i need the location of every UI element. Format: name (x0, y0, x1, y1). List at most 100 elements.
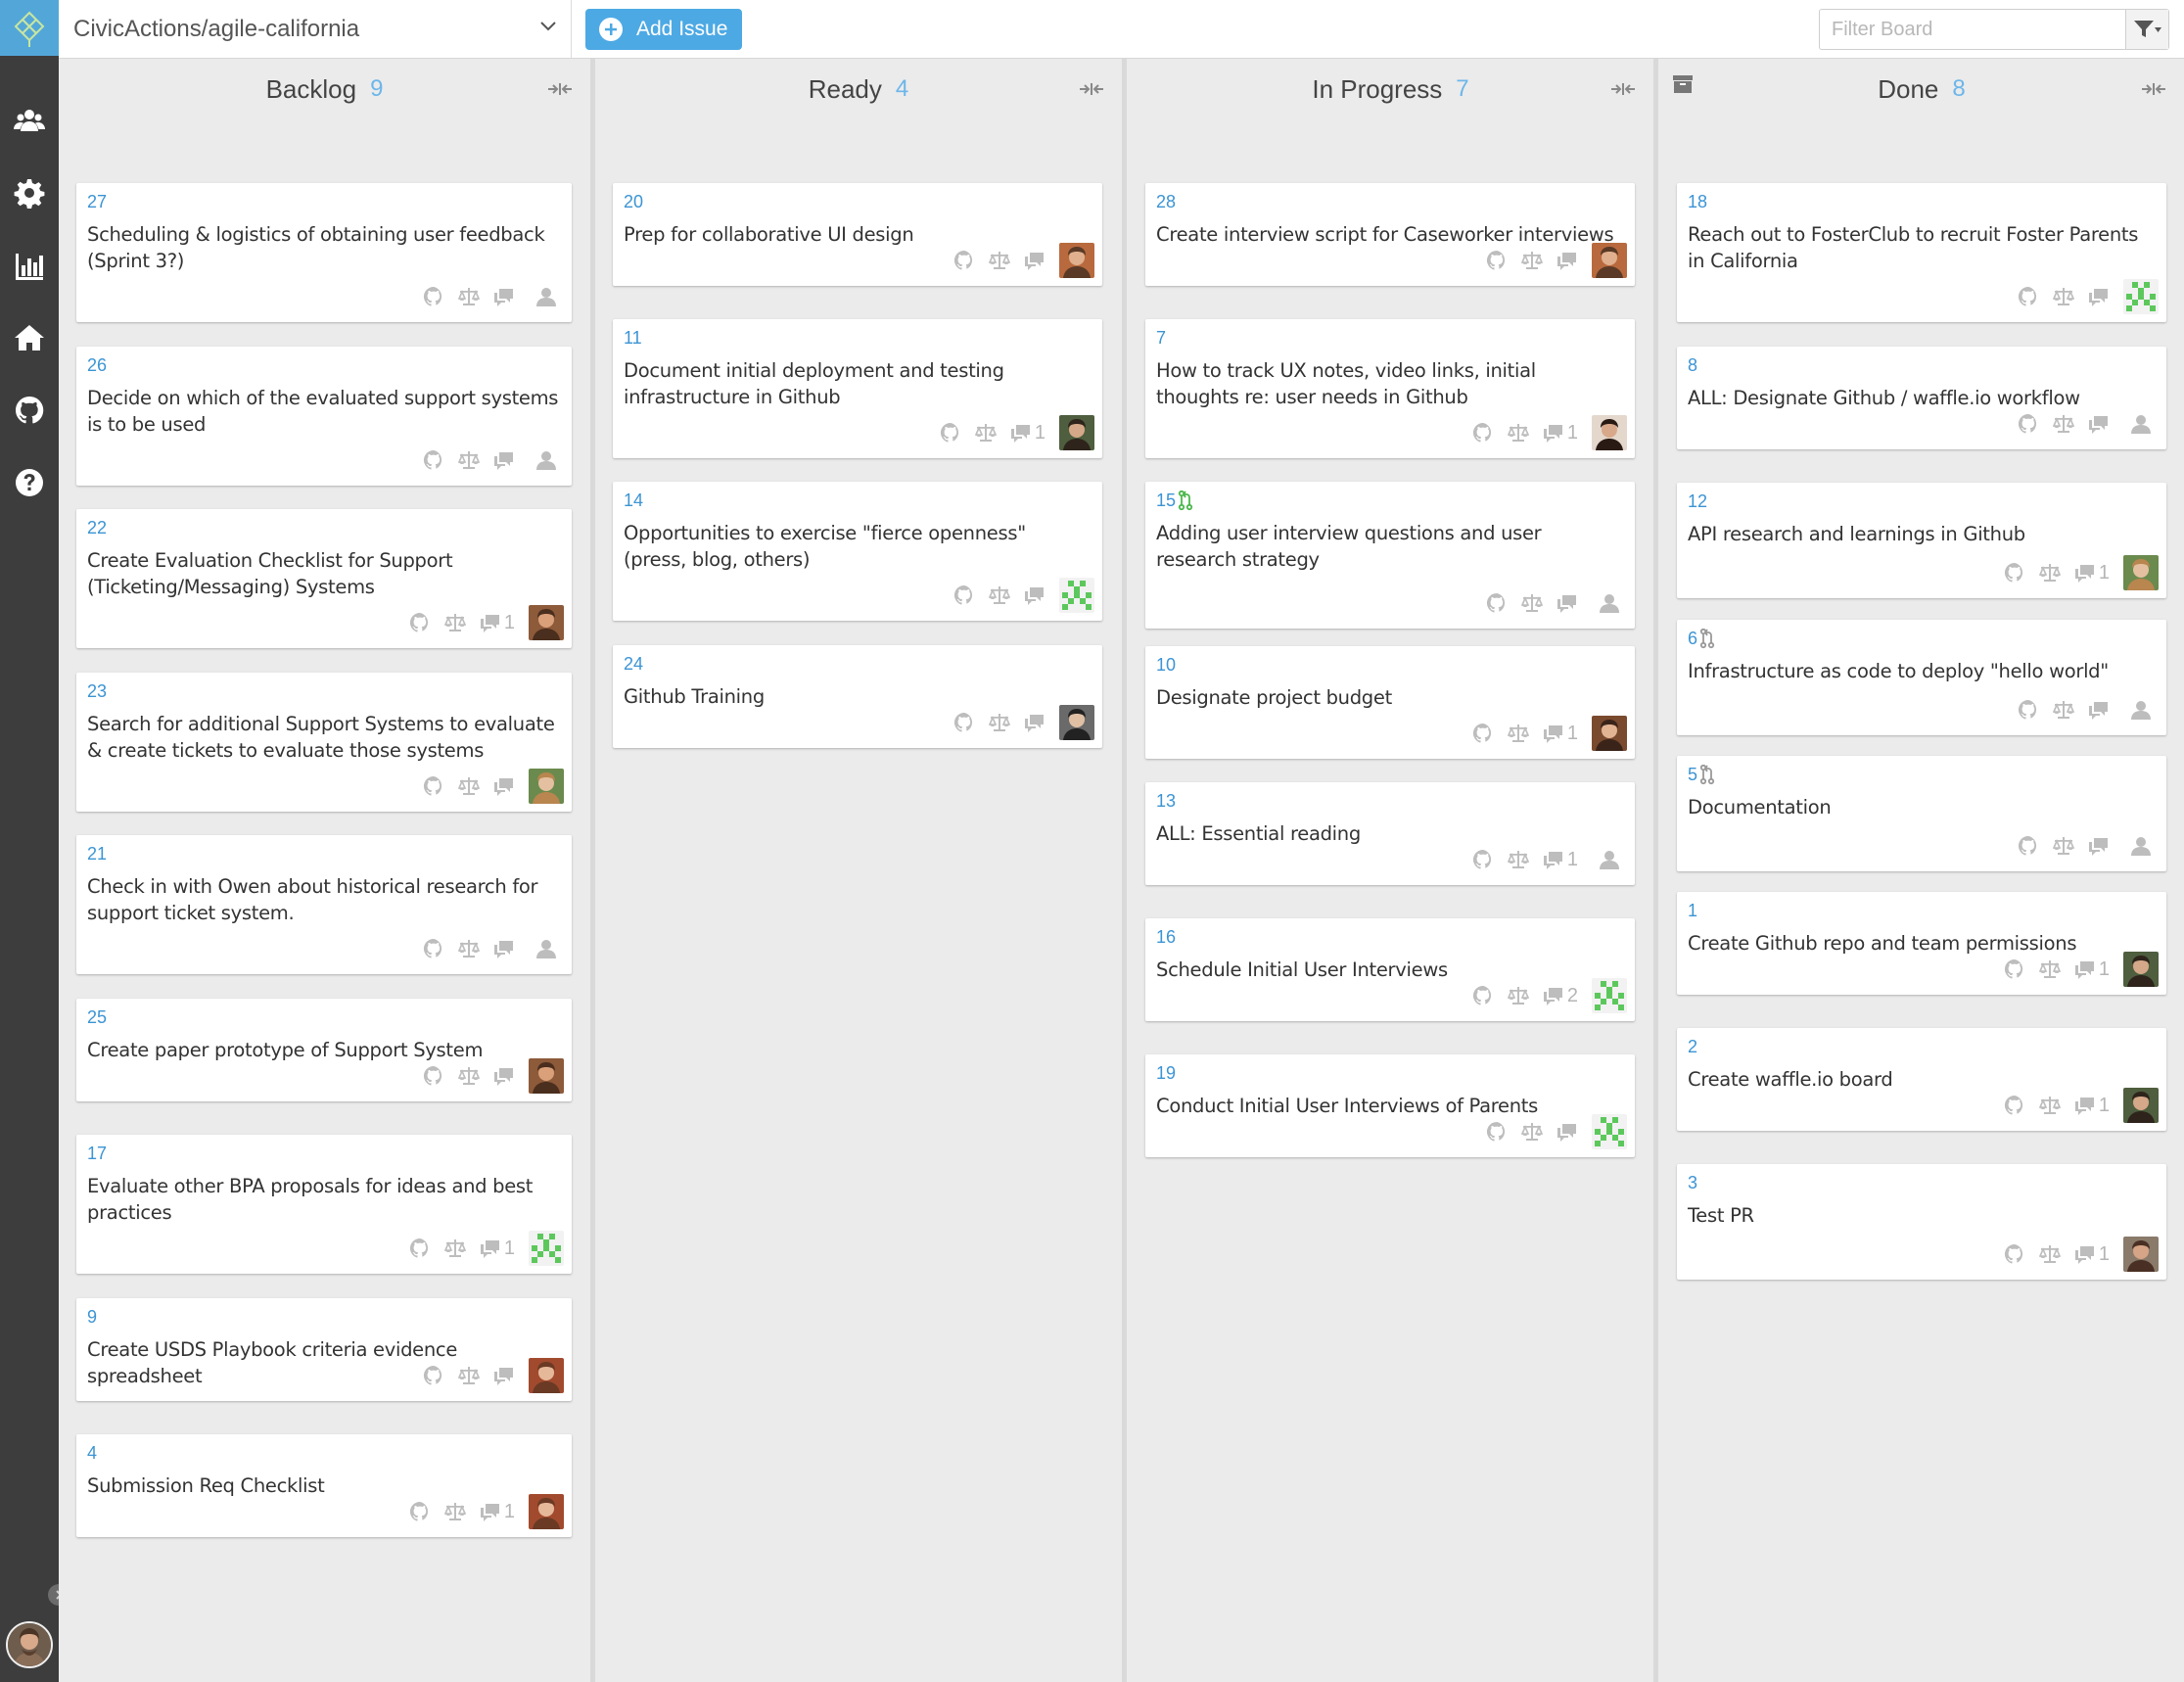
issue-number[interactable]: 16 (1156, 927, 1176, 948)
issue-number[interactable]: 18 (1688, 192, 1707, 212)
issue-card[interactable]: 23 Search for additional Support Systems … (76, 673, 572, 812)
issue-card[interactable]: 26 Decide on which of the evaluated suppo… (76, 347, 572, 486)
github-icon[interactable] (409, 612, 431, 633)
comments-icon[interactable]: 1 (480, 612, 515, 634)
size-estimate-icon[interactable] (989, 712, 1010, 733)
comments-icon[interactable] (2088, 700, 2110, 720)
issue-number[interactable]: 27 (87, 192, 107, 212)
github-icon[interactable] (1486, 592, 1508, 614)
assignee-avatar[interactable] (1592, 716, 1627, 751)
assignee-avatar[interactable] (1592, 1114, 1627, 1149)
size-estimate-icon[interactable] (2053, 835, 2074, 857)
comments-icon[interactable] (493, 287, 515, 306)
size-estimate-icon[interactable] (1521, 592, 1543, 614)
github-icon[interactable] (1486, 1121, 1508, 1143)
size-estimate-icon[interactable] (458, 775, 480, 797)
size-estimate-icon[interactable] (1521, 250, 1543, 271)
issue-number[interactable]: 24 (624, 654, 643, 675)
size-estimate-icon[interactable] (2053, 699, 2074, 721)
add-issue-button[interactable]: Add Issue (585, 9, 742, 50)
collapse-column-icon[interactable] (547, 82, 573, 101)
github-icon[interactable] (953, 250, 975, 271)
collapse-column-icon[interactable] (1610, 82, 1636, 101)
assignee-avatar[interactable] (1592, 978, 1627, 1013)
assignee-avatar[interactable] (2123, 555, 2159, 590)
issue-card[interactable]: 8 ALL: Designate Github / waffle.io workf… (1677, 347, 2166, 449)
issue-card[interactable]: 10 Designate project budget 1 (1145, 646, 1635, 759)
github-icon[interactable] (423, 449, 444, 471)
size-estimate-icon[interactable] (1507, 985, 1529, 1006)
github-icon[interactable] (423, 938, 444, 959)
comments-icon[interactable] (493, 1066, 515, 1086)
github-icon[interactable] (1472, 723, 1494, 744)
unassigned-person-icon[interactable] (1592, 593, 1627, 613)
comments-icon[interactable]: 1 (1543, 422, 1578, 444)
github-icon[interactable] (2004, 1095, 2025, 1116)
issue-number[interactable]: 13 (1156, 791, 1176, 812)
issue-number[interactable]: 7 (1156, 328, 1166, 349)
help-icon[interactable] (0, 446, 59, 519)
github-icon[interactable] (2018, 286, 2039, 307)
issue-card[interactable]: 24 Github Training (613, 645, 1102, 748)
comments-icon[interactable]: 1 (1010, 422, 1046, 444)
size-estimate-icon[interactable] (2053, 413, 2074, 435)
github-icon[interactable] (423, 286, 444, 307)
issue-card[interactable]: 20 Prep for collaborative UI design (613, 183, 1102, 286)
assignee-avatar[interactable] (1592, 415, 1627, 450)
assignee-avatar[interactable] (529, 1358, 564, 1393)
issue-number[interactable]: 25 (87, 1007, 107, 1028)
github-icon[interactable] (2004, 958, 2025, 980)
issue-number[interactable]: 26 (87, 355, 107, 376)
issue-number[interactable]: 21 (87, 844, 107, 864)
unassigned-person-icon[interactable] (529, 939, 564, 958)
assignee-avatar[interactable] (1059, 705, 1094, 740)
comments-icon[interactable] (2088, 836, 2110, 856)
issue-card[interactable]: 19 Conduct Initial User Interviews of Par… (1145, 1054, 1635, 1157)
github-icon[interactable] (953, 712, 975, 733)
unassigned-person-icon[interactable] (2123, 836, 2159, 856)
size-estimate-icon[interactable] (458, 1365, 480, 1386)
issue-card[interactable]: 18 Reach out to FosterClub to recruit Fos… (1677, 183, 2166, 322)
comments-icon[interactable]: 1 (2074, 562, 2110, 584)
comments-icon[interactable] (493, 1366, 515, 1385)
home-icon[interactable] (0, 302, 59, 374)
user-avatar[interactable] (6, 1621, 53, 1668)
unassigned-person-icon[interactable] (529, 450, 564, 470)
comments-icon[interactable] (1024, 251, 1046, 270)
github-icon[interactable] (2018, 835, 2039, 857)
issue-card[interactable]: 28 Create interview script for Caseworker… (1145, 183, 1635, 286)
size-estimate-icon[interactable] (2038, 562, 2061, 584)
issue-number[interactable]: 22 (87, 518, 107, 538)
unassigned-person-icon[interactable] (529, 287, 564, 306)
filter-board-input[interactable] (1820, 10, 2125, 49)
comments-icon[interactable] (1024, 713, 1046, 732)
size-estimate-icon[interactable] (974, 422, 997, 444)
comments-icon[interactable] (1557, 1122, 1578, 1142)
collapse-column-icon[interactable] (1079, 82, 1104, 101)
comments-icon[interactable]: 1 (1543, 723, 1578, 745)
size-estimate-icon[interactable] (458, 449, 480, 471)
size-estimate-icon[interactable] (1507, 723, 1529, 744)
size-estimate-icon[interactable] (2038, 1095, 2061, 1116)
size-estimate-icon[interactable] (989, 584, 1010, 606)
size-estimate-icon[interactable] (1521, 1121, 1543, 1143)
unassigned-person-icon[interactable] (2123, 414, 2159, 434)
issue-number[interactable]: 1 (1688, 901, 1697, 921)
assignee-avatar[interactable] (2123, 279, 2159, 314)
issue-number[interactable]: 14 (624, 491, 643, 511)
size-estimate-icon[interactable] (2053, 286, 2074, 307)
comments-icon[interactable] (1024, 585, 1046, 605)
archive-icon[interactable] (1673, 75, 1693, 98)
gear-icon[interactable] (0, 157, 59, 229)
github-icon[interactable] (423, 775, 444, 797)
comments-icon[interactable] (2088, 287, 2110, 306)
issue-card[interactable]: 25 Create paper prototype of Support Syst… (76, 999, 572, 1101)
issue-card[interactable]: 1 Create Github repo and team permissions… (1677, 892, 2166, 995)
issue-number[interactable]: 8 (1688, 355, 1697, 376)
comments-icon[interactable] (1557, 251, 1578, 270)
issue-card[interactable]: 15 Adding user interview questions and us… (1145, 482, 1635, 629)
comments-icon[interactable]: 1 (2074, 1243, 2110, 1266)
assignee-avatar[interactable] (2123, 952, 2159, 987)
comments-icon[interactable] (2088, 414, 2110, 434)
issue-card[interactable]: 7 How to track UX notes, video links, ini… (1145, 319, 1635, 458)
